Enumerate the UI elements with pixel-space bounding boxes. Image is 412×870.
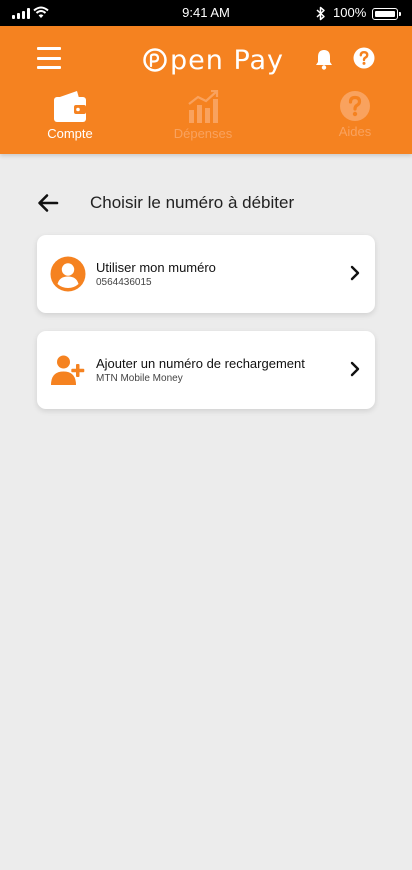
bell-icon[interactable] [314, 48, 334, 70]
tab-aides-label: Aides [338, 124, 372, 139]
help-circle-icon [340, 91, 370, 121]
user-circle-icon [50, 256, 86, 292]
option-subtitle: 0564436015 [96, 277, 152, 288]
page-heading: Choisir le numéro à débiter [37, 190, 377, 216]
logo-text: pen Pay [170, 44, 285, 76]
back-arrow-icon[interactable] [37, 193, 59, 213]
tab-compte-label: Compte [47, 126, 93, 141]
tab-aides[interactable]: Aides [305, 90, 405, 150]
battery-percent: 100% [333, 5, 367, 20]
tab-depenses[interactable]: Dépenses [153, 90, 253, 150]
battery-icon [372, 8, 401, 20]
menu-button[interactable] [37, 47, 61, 69]
option-title: Ajouter un numéro de rechargement [96, 356, 305, 371]
tab-depenses-label: Dépenses [173, 126, 233, 141]
chevron-right-icon [350, 265, 360, 281]
wallet-icon [54, 91, 86, 122]
option-title: Utiliser mon muméro [96, 260, 216, 275]
add-recharge-number-card[interactable]: Ajouter un numéro de rechargement MTN Mo… [37, 331, 375, 409]
chevron-right-icon [350, 361, 360, 377]
app-logo: pen Pay [142, 40, 284, 80]
page-title: Choisir le numéro à débiter [90, 193, 295, 212]
chart-icon [188, 90, 219, 123]
logo-mark-icon [143, 48, 167, 72]
option-subtitle: MTN Mobile Money [96, 373, 183, 384]
add-user-icon [51, 355, 85, 385]
help-icon[interactable] [353, 47, 375, 69]
use-my-number-card[interactable]: Utiliser mon muméro 0564436015 [37, 235, 375, 313]
tab-compte[interactable]: Compte [20, 90, 120, 150]
status-bar: 9:41 AM 100% [0, 0, 412, 26]
bluetooth-icon [316, 6, 325, 21]
app-header: pen Pay Compte Dépenses Aides [0, 26, 412, 154]
